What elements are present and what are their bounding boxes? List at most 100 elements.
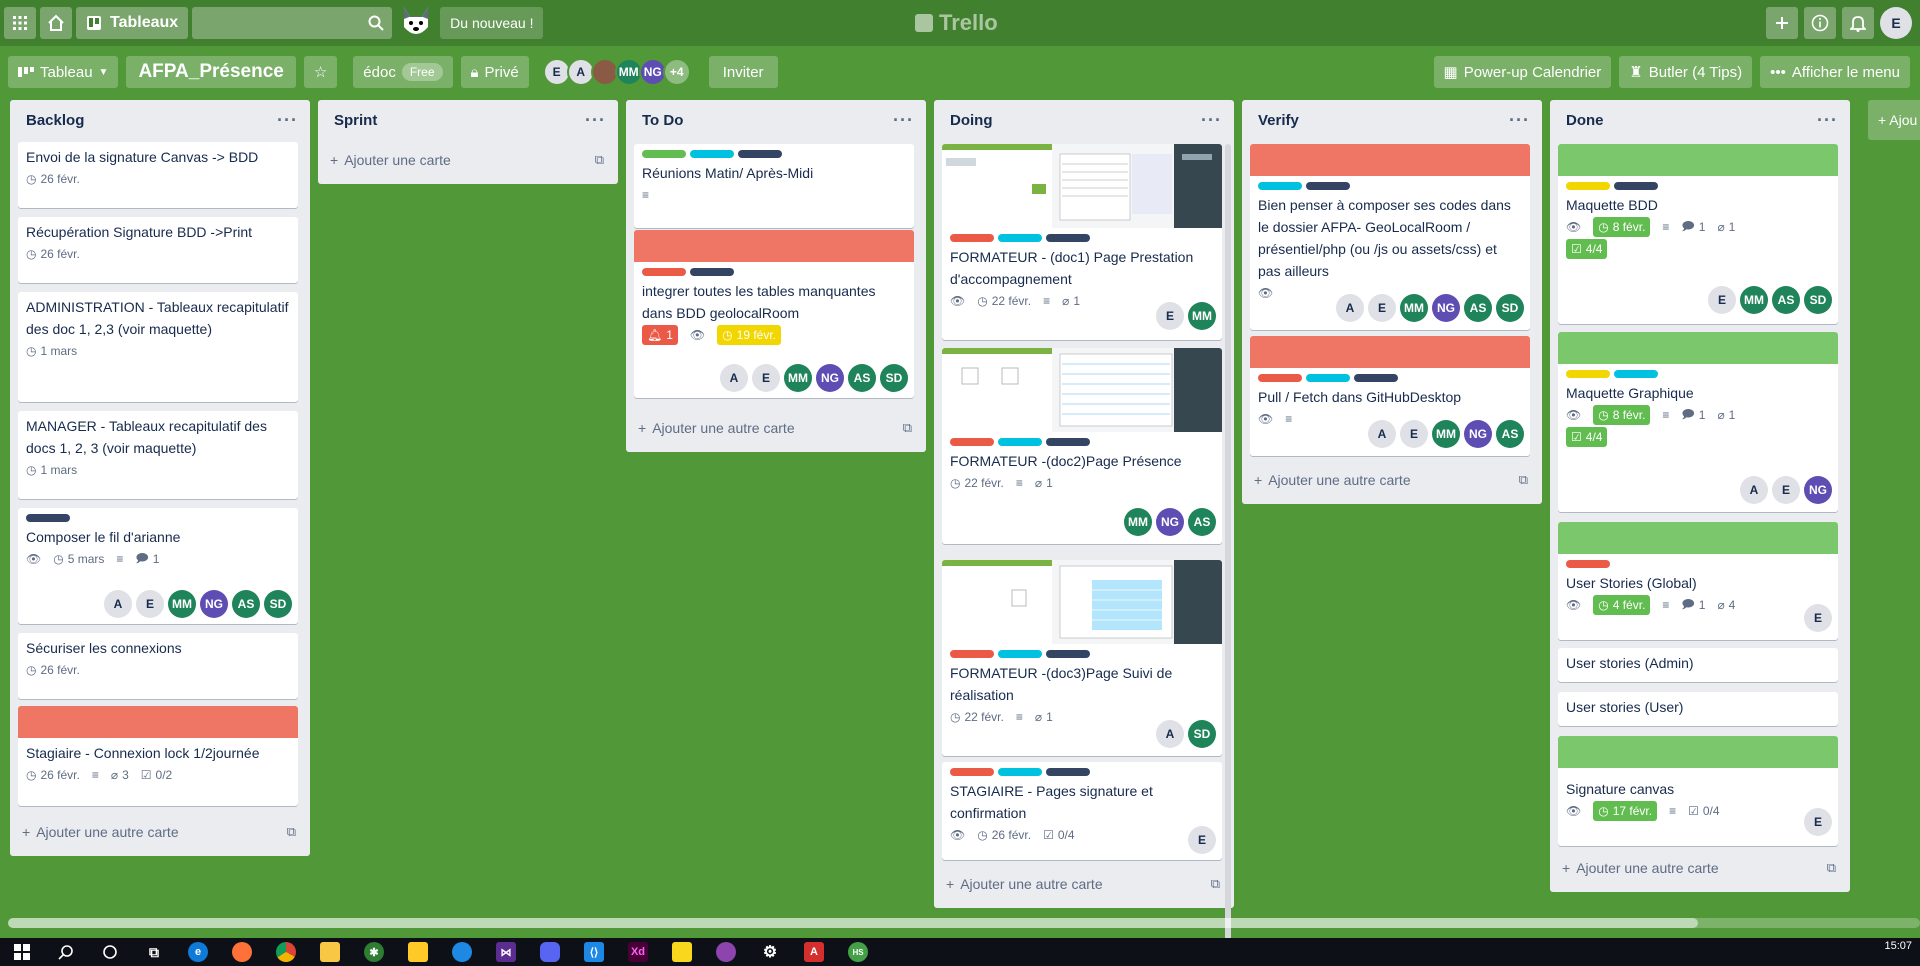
member-avatar[interactable]: E [136,590,164,618]
card[interactable]: Stagiaire - Connexion lock 1/2journée ◷ 2… [18,706,298,806]
list-header[interactable]: Sprint ··· [318,100,618,140]
more-members-badge[interactable]: +4 [662,58,691,86]
member-avatar[interactable]: SD [264,590,292,618]
board-view-switcher[interactable]: Tableau ▼ [8,56,119,88]
search-input[interactable] [192,7,393,39]
home-icon[interactable] [40,7,72,39]
member-avatar[interactable]: E [1400,420,1428,448]
member-avatar[interactable]: A [1336,294,1364,322]
member-avatar[interactable]: A [104,590,132,618]
member-avatar[interactable]: E [1804,808,1832,836]
invite-button[interactable]: Inviter [708,56,778,88]
member-avatar[interactable]: A [720,364,748,392]
card[interactable]: FORMATEUR -(doc3)Page Suivi de réalisati… [942,560,1222,756]
calendar-powerup-button[interactable]: ▦ Power-up Calendrier [1433,56,1612,88]
card[interactable]: FORMATEUR -(doc2)Page Présence ◷ 22 févr.… [942,348,1222,544]
member-avatar[interactable]: A [1156,720,1184,748]
info-icon[interactable] [1804,7,1836,39]
add-card-button[interactable]: + Ajouter une autre carte [1562,860,1719,876]
member-avatar[interactable]: SD [1188,720,1216,748]
card-template-icon[interactable]: ⧉ [287,824,296,840]
list-title[interactable]: Sprint [334,112,377,129]
workspace-button[interactable]: édoc Free [353,56,453,88]
member-avatar[interactable]: MM [784,364,812,392]
member-avatar[interactable]: NG [200,590,228,618]
list-scrollbar[interactable] [1225,144,1231,954]
add-card-button[interactable]: + Ajouter une autre carte [22,824,179,840]
member-avatar[interactable]: E [1804,604,1832,632]
member-avatar[interactable]: MM [1432,420,1460,448]
member-avatar[interactable]: AS [232,590,260,618]
card[interactable]: Sécuriser les connexions ◷ 26 févr. [18,633,298,699]
card[interactable]: Pull / Fetch dans GitHubDesktop 👁︎ ≡ A E… [1250,336,1530,456]
card[interactable]: Composer le fil d'arianne 👁︎ ◷ 5 mars ≡ 🗩… [18,508,298,624]
member-avatar[interactable]: SD [1496,294,1524,322]
visual-studio-icon[interactable]: ⋈ [496,942,516,962]
card[interactable]: User Stories (Global) 👁︎ ◷ 4 févr. ≡ 🗩︎ 1 … [1558,522,1838,640]
list-title[interactable]: To Do [642,112,683,129]
member-avatar[interactable]: E [1188,826,1216,854]
add-list-button[interactable]: + Ajou [1868,100,1920,140]
board-horizontal-scrollbar[interactable] [8,918,1920,928]
member-avatar[interactable]: MM [1740,286,1768,314]
list-header[interactable]: Backlog ··· [10,100,310,140]
list-title[interactable]: Doing [950,112,993,129]
card[interactable]: FORMATEUR - (doc1) Page Prestation d'acc… [942,144,1222,340]
user-avatar[interactable]: E [1880,7,1912,39]
apps-grid-icon[interactable] [4,7,36,39]
discord-icon[interactable] [540,942,560,962]
card[interactable]: ADMINISTRATION - Tableaux recapitulatif … [18,292,298,402]
adobe-xd-icon[interactable]: Xd [628,942,648,962]
blue-app-icon[interactable] [452,942,472,962]
add-card-button[interactable]: + Ajouter une autre carte [638,420,795,436]
member-avatar[interactable]: NG [1804,476,1832,504]
boards-button[interactable]: Tableaux [76,7,189,39]
list-menu-icon[interactable]: ··· [585,110,606,131]
add-card-button[interactable]: + Ajouter une autre carte [946,876,1103,892]
card-template-icon[interactable]: ⧉ [1211,876,1220,892]
visibility-button[interactable]: 🔒︎ Privé [460,56,529,88]
card[interactable]: Récupération Signature BDD ->Print ◷ 26 f… [18,217,298,283]
list-title[interactable]: Done [1566,112,1604,129]
card[interactable]: Maquette BDD 👁︎ ◷ 8 févr. ≡ 🗩︎ 1 ⌀ 1 ☑ 4/4 E… [1558,144,1838,324]
cortana-icon[interactable] [100,942,120,962]
card[interactable]: Maquette Graphique 👁︎ ◷ 8 févr. ≡ 🗩︎ 1 ⌀ 1 … [1558,332,1838,512]
member-avatar[interactable]: AS [848,364,876,392]
member-avatar[interactable]: AS [1772,286,1800,314]
member-avatar[interactable]: SD [1804,286,1832,314]
member-avatar[interactable]: NG [1156,508,1184,536]
card[interactable]: MANAGER - Tableaux recapitulatif des doc… [18,411,298,499]
scrollbar-thumb[interactable] [8,918,1698,928]
list-title[interactable]: Backlog [26,112,84,129]
star-board-button[interactable]: ☆ [303,56,338,88]
search-icon[interactable] [56,942,76,962]
member-avatar[interactable]: MM [1400,294,1428,322]
member-avatar[interactable]: AS [1496,420,1524,448]
edge-browser-icon[interactable]: e [188,942,208,962]
card[interactable]: Bien penser à composer ses codes dans le… [1250,144,1530,330]
vscode-icon[interactable]: ⟨⟩ [584,942,604,962]
card-template-icon[interactable]: ⧉ [1519,472,1528,488]
card[interactable]: Signature canvas 👁︎ ◷ 17 févr. ≡ ☑ 0/4 E [1558,736,1838,846]
settings-gear-icon[interactable]: ⚙ [760,942,780,962]
list-header[interactable]: Verify ··· [1242,100,1542,140]
card[interactable]: integrer toutes les tables manquantes da… [634,230,914,398]
file-explorer-icon[interactable] [320,942,340,962]
task-view-icon[interactable]: ⧉ [144,942,164,962]
list-menu-icon[interactable]: ··· [893,110,914,131]
member-avatar[interactable]: AS [1464,294,1492,322]
github-desktop-icon[interactable] [716,942,736,962]
add-card-button[interactable]: + Ajouter une carte [330,152,451,168]
list-menu-icon[interactable]: ··· [1201,110,1222,131]
member-avatar[interactable]: E [752,364,780,392]
card[interactable]: User stories (User) [1558,692,1838,726]
butler-button[interactable]: ♜ Butler (4 Tips) [1619,56,1753,88]
taskbar-clock[interactable]: 15:07 [1884,940,1912,952]
card[interactable]: User stories (Admin) [1558,648,1838,682]
show-menu-button[interactable]: ••• Afficher le menu [1760,56,1910,88]
trello-logo[interactable]: Trello [915,10,998,36]
acrobat-icon[interactable]: A [804,942,824,962]
chrome-icon[interactable] [276,942,296,962]
list-menu-icon[interactable]: ··· [1817,110,1838,131]
firefox-icon[interactable] [232,942,252,962]
